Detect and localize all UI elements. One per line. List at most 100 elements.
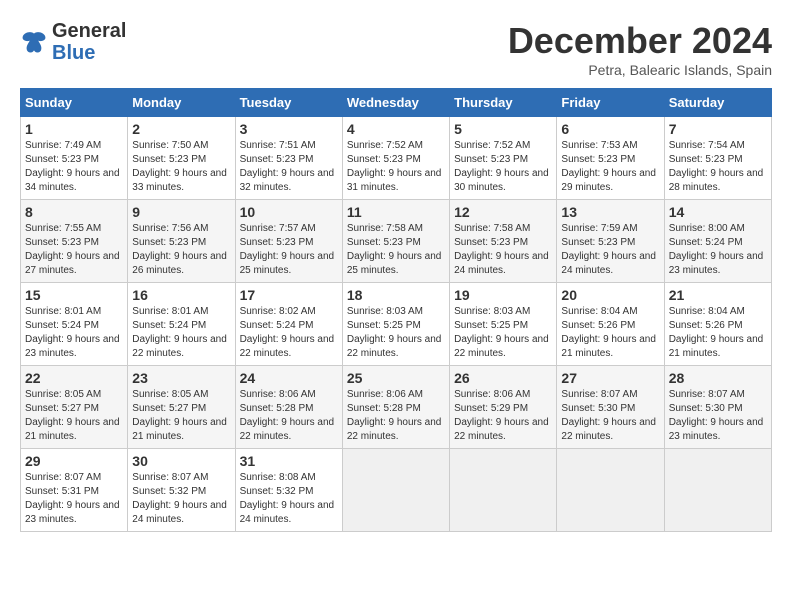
calendar-cell: 23 Sunrise: 8:05 AM Sunset: 5:27 PM Dayl… — [128, 366, 235, 449]
day-info: Sunrise: 8:01 AM Sunset: 5:24 PM Dayligh… — [132, 305, 230, 361]
logo: General Blue — [20, 20, 126, 64]
calendar-cell: 25 Sunrise: 8:06 AM Sunset: 5:28 PM Dayl… — [342, 366, 449, 449]
calendar-cell: 26 Sunrise: 8:06 AM Sunset: 5:29 PM Dayl… — [450, 366, 557, 449]
day-info: Sunrise: 8:06 AM Sunset: 5:29 PM Dayligh… — [454, 388, 552, 444]
day-number: 16 — [132, 287, 230, 303]
header-friday: Friday — [557, 89, 664, 117]
title-area: December 2024 Petra, Balearic Islands, S… — [508, 20, 772, 78]
calendar-cell: 31 Sunrise: 8:08 AM Sunset: 5:32 PM Dayl… — [235, 449, 342, 532]
day-info: Sunrise: 7:56 AM Sunset: 5:23 PM Dayligh… — [132, 222, 230, 278]
calendar-cell: 29 Sunrise: 8:07 AM Sunset: 5:31 PM Dayl… — [21, 449, 128, 532]
header-monday: Monday — [128, 89, 235, 117]
day-info: Sunrise: 8:07 AM Sunset: 5:32 PM Dayligh… — [132, 471, 230, 527]
day-info: Sunrise: 8:06 AM Sunset: 5:28 PM Dayligh… — [347, 388, 445, 444]
day-number: 13 — [561, 204, 659, 220]
day-info: Sunrise: 7:50 AM Sunset: 5:23 PM Dayligh… — [132, 139, 230, 195]
calendar-cell: 21 Sunrise: 8:04 AM Sunset: 5:26 PM Dayl… — [664, 283, 771, 366]
day-info: Sunrise: 7:54 AM Sunset: 5:23 PM Dayligh… — [669, 139, 767, 195]
calendar-cell: 1 Sunrise: 7:49 AM Sunset: 5:23 PM Dayli… — [21, 117, 128, 200]
day-number: 1 — [25, 121, 123, 137]
header-thursday: Thursday — [450, 89, 557, 117]
calendar-cell: 22 Sunrise: 8:05 AM Sunset: 5:27 PM Dayl… — [21, 366, 128, 449]
day-info: Sunrise: 7:58 AM Sunset: 5:23 PM Dayligh… — [454, 222, 552, 278]
day-number: 23 — [132, 370, 230, 386]
calendar-cell: 27 Sunrise: 8:07 AM Sunset: 5:30 PM Dayl… — [557, 366, 664, 449]
day-info: Sunrise: 7:49 AM Sunset: 5:23 PM Dayligh… — [25, 139, 123, 195]
day-info: Sunrise: 8:07 AM Sunset: 5:30 PM Dayligh… — [669, 388, 767, 444]
calendar-header-row: Sunday Monday Tuesday Wednesday Thursday… — [21, 89, 772, 117]
calendar-cell: 16 Sunrise: 8:01 AM Sunset: 5:24 PM Dayl… — [128, 283, 235, 366]
day-number: 30 — [132, 453, 230, 469]
location-subtitle: Petra, Balearic Islands, Spain — [508, 62, 772, 78]
day-number: 21 — [669, 287, 767, 303]
calendar-cell: 20 Sunrise: 8:04 AM Sunset: 5:26 PM Dayl… — [557, 283, 664, 366]
calendar-cell — [557, 449, 664, 532]
header-saturday: Saturday — [664, 89, 771, 117]
calendar-cell: 2 Sunrise: 7:50 AM Sunset: 5:23 PM Dayli… — [128, 117, 235, 200]
calendar-week-row: 15 Sunrise: 8:01 AM Sunset: 5:24 PM Dayl… — [21, 283, 772, 366]
day-info: Sunrise: 7:58 AM Sunset: 5:23 PM Dayligh… — [347, 222, 445, 278]
day-number: 6 — [561, 121, 659, 137]
calendar-cell: 3 Sunrise: 7:51 AM Sunset: 5:23 PM Dayli… — [235, 117, 342, 200]
day-info: Sunrise: 8:07 AM Sunset: 5:30 PM Dayligh… — [561, 388, 659, 444]
day-number: 10 — [240, 204, 338, 220]
day-number: 18 — [347, 287, 445, 303]
calendar-week-row: 8 Sunrise: 7:55 AM Sunset: 5:23 PM Dayli… — [21, 200, 772, 283]
day-info: Sunrise: 8:00 AM Sunset: 5:24 PM Dayligh… — [669, 222, 767, 278]
month-title: December 2024 — [508, 20, 772, 62]
calendar-cell: 15 Sunrise: 8:01 AM Sunset: 5:24 PM Dayl… — [21, 283, 128, 366]
day-number: 15 — [25, 287, 123, 303]
day-number: 17 — [240, 287, 338, 303]
calendar-cell: 8 Sunrise: 7:55 AM Sunset: 5:23 PM Dayli… — [21, 200, 128, 283]
day-number: 25 — [347, 370, 445, 386]
day-info: Sunrise: 7:52 AM Sunset: 5:23 PM Dayligh… — [454, 139, 552, 195]
day-number: 22 — [25, 370, 123, 386]
calendar-week-row: 29 Sunrise: 8:07 AM Sunset: 5:31 PM Dayl… — [21, 449, 772, 532]
calendar-cell: 19 Sunrise: 8:03 AM Sunset: 5:25 PM Dayl… — [450, 283, 557, 366]
day-number: 12 — [454, 204, 552, 220]
day-info: Sunrise: 7:52 AM Sunset: 5:23 PM Dayligh… — [347, 139, 445, 195]
calendar-cell: 18 Sunrise: 8:03 AM Sunset: 5:25 PM Dayl… — [342, 283, 449, 366]
day-number: 9 — [132, 204, 230, 220]
day-number: 2 — [132, 121, 230, 137]
calendar-cell — [342, 449, 449, 532]
day-number: 27 — [561, 370, 659, 386]
day-number: 28 — [669, 370, 767, 386]
calendar-table: Sunday Monday Tuesday Wednesday Thursday… — [20, 88, 772, 532]
calendar-cell: 28 Sunrise: 8:07 AM Sunset: 5:30 PM Dayl… — [664, 366, 771, 449]
day-info: Sunrise: 8:04 AM Sunset: 5:26 PM Dayligh… — [561, 305, 659, 361]
day-number: 7 — [669, 121, 767, 137]
day-number: 24 — [240, 370, 338, 386]
day-info: Sunrise: 8:06 AM Sunset: 5:28 PM Dayligh… — [240, 388, 338, 444]
calendar-cell: 10 Sunrise: 7:57 AM Sunset: 5:23 PM Dayl… — [235, 200, 342, 283]
day-info: Sunrise: 7:59 AM Sunset: 5:23 PM Dayligh… — [561, 222, 659, 278]
calendar-cell: 14 Sunrise: 8:00 AM Sunset: 5:24 PM Dayl… — [664, 200, 771, 283]
day-number: 4 — [347, 121, 445, 137]
day-info: Sunrise: 8:02 AM Sunset: 5:24 PM Dayligh… — [240, 305, 338, 361]
day-number: 5 — [454, 121, 552, 137]
header-tuesday: Tuesday — [235, 89, 342, 117]
day-number: 19 — [454, 287, 552, 303]
day-info: Sunrise: 8:08 AM Sunset: 5:32 PM Dayligh… — [240, 471, 338, 527]
calendar-cell: 5 Sunrise: 7:52 AM Sunset: 5:23 PM Dayli… — [450, 117, 557, 200]
day-info: Sunrise: 8:01 AM Sunset: 5:24 PM Dayligh… — [25, 305, 123, 361]
calendar-cell: 11 Sunrise: 7:58 AM Sunset: 5:23 PM Dayl… — [342, 200, 449, 283]
day-info: Sunrise: 8:04 AM Sunset: 5:26 PM Dayligh… — [669, 305, 767, 361]
logo-icon — [20, 28, 48, 56]
calendar-cell: 13 Sunrise: 7:59 AM Sunset: 5:23 PM Dayl… — [557, 200, 664, 283]
calendar-cell: 7 Sunrise: 7:54 AM Sunset: 5:23 PM Dayli… — [664, 117, 771, 200]
day-info: Sunrise: 7:53 AM Sunset: 5:23 PM Dayligh… — [561, 139, 659, 195]
calendar-cell: 17 Sunrise: 8:02 AM Sunset: 5:24 PM Dayl… — [235, 283, 342, 366]
header-sunday: Sunday — [21, 89, 128, 117]
calendar-week-row: 22 Sunrise: 8:05 AM Sunset: 5:27 PM Dayl… — [21, 366, 772, 449]
day-number: 26 — [454, 370, 552, 386]
calendar-cell: 6 Sunrise: 7:53 AM Sunset: 5:23 PM Dayli… — [557, 117, 664, 200]
calendar-cell — [450, 449, 557, 532]
logo-text-general: General — [52, 20, 126, 42]
day-number: 31 — [240, 453, 338, 469]
day-number: 20 — [561, 287, 659, 303]
day-number: 3 — [240, 121, 338, 137]
calendar-cell: 24 Sunrise: 8:06 AM Sunset: 5:28 PM Dayl… — [235, 366, 342, 449]
day-info: Sunrise: 7:55 AM Sunset: 5:23 PM Dayligh… — [25, 222, 123, 278]
day-number: 14 — [669, 204, 767, 220]
